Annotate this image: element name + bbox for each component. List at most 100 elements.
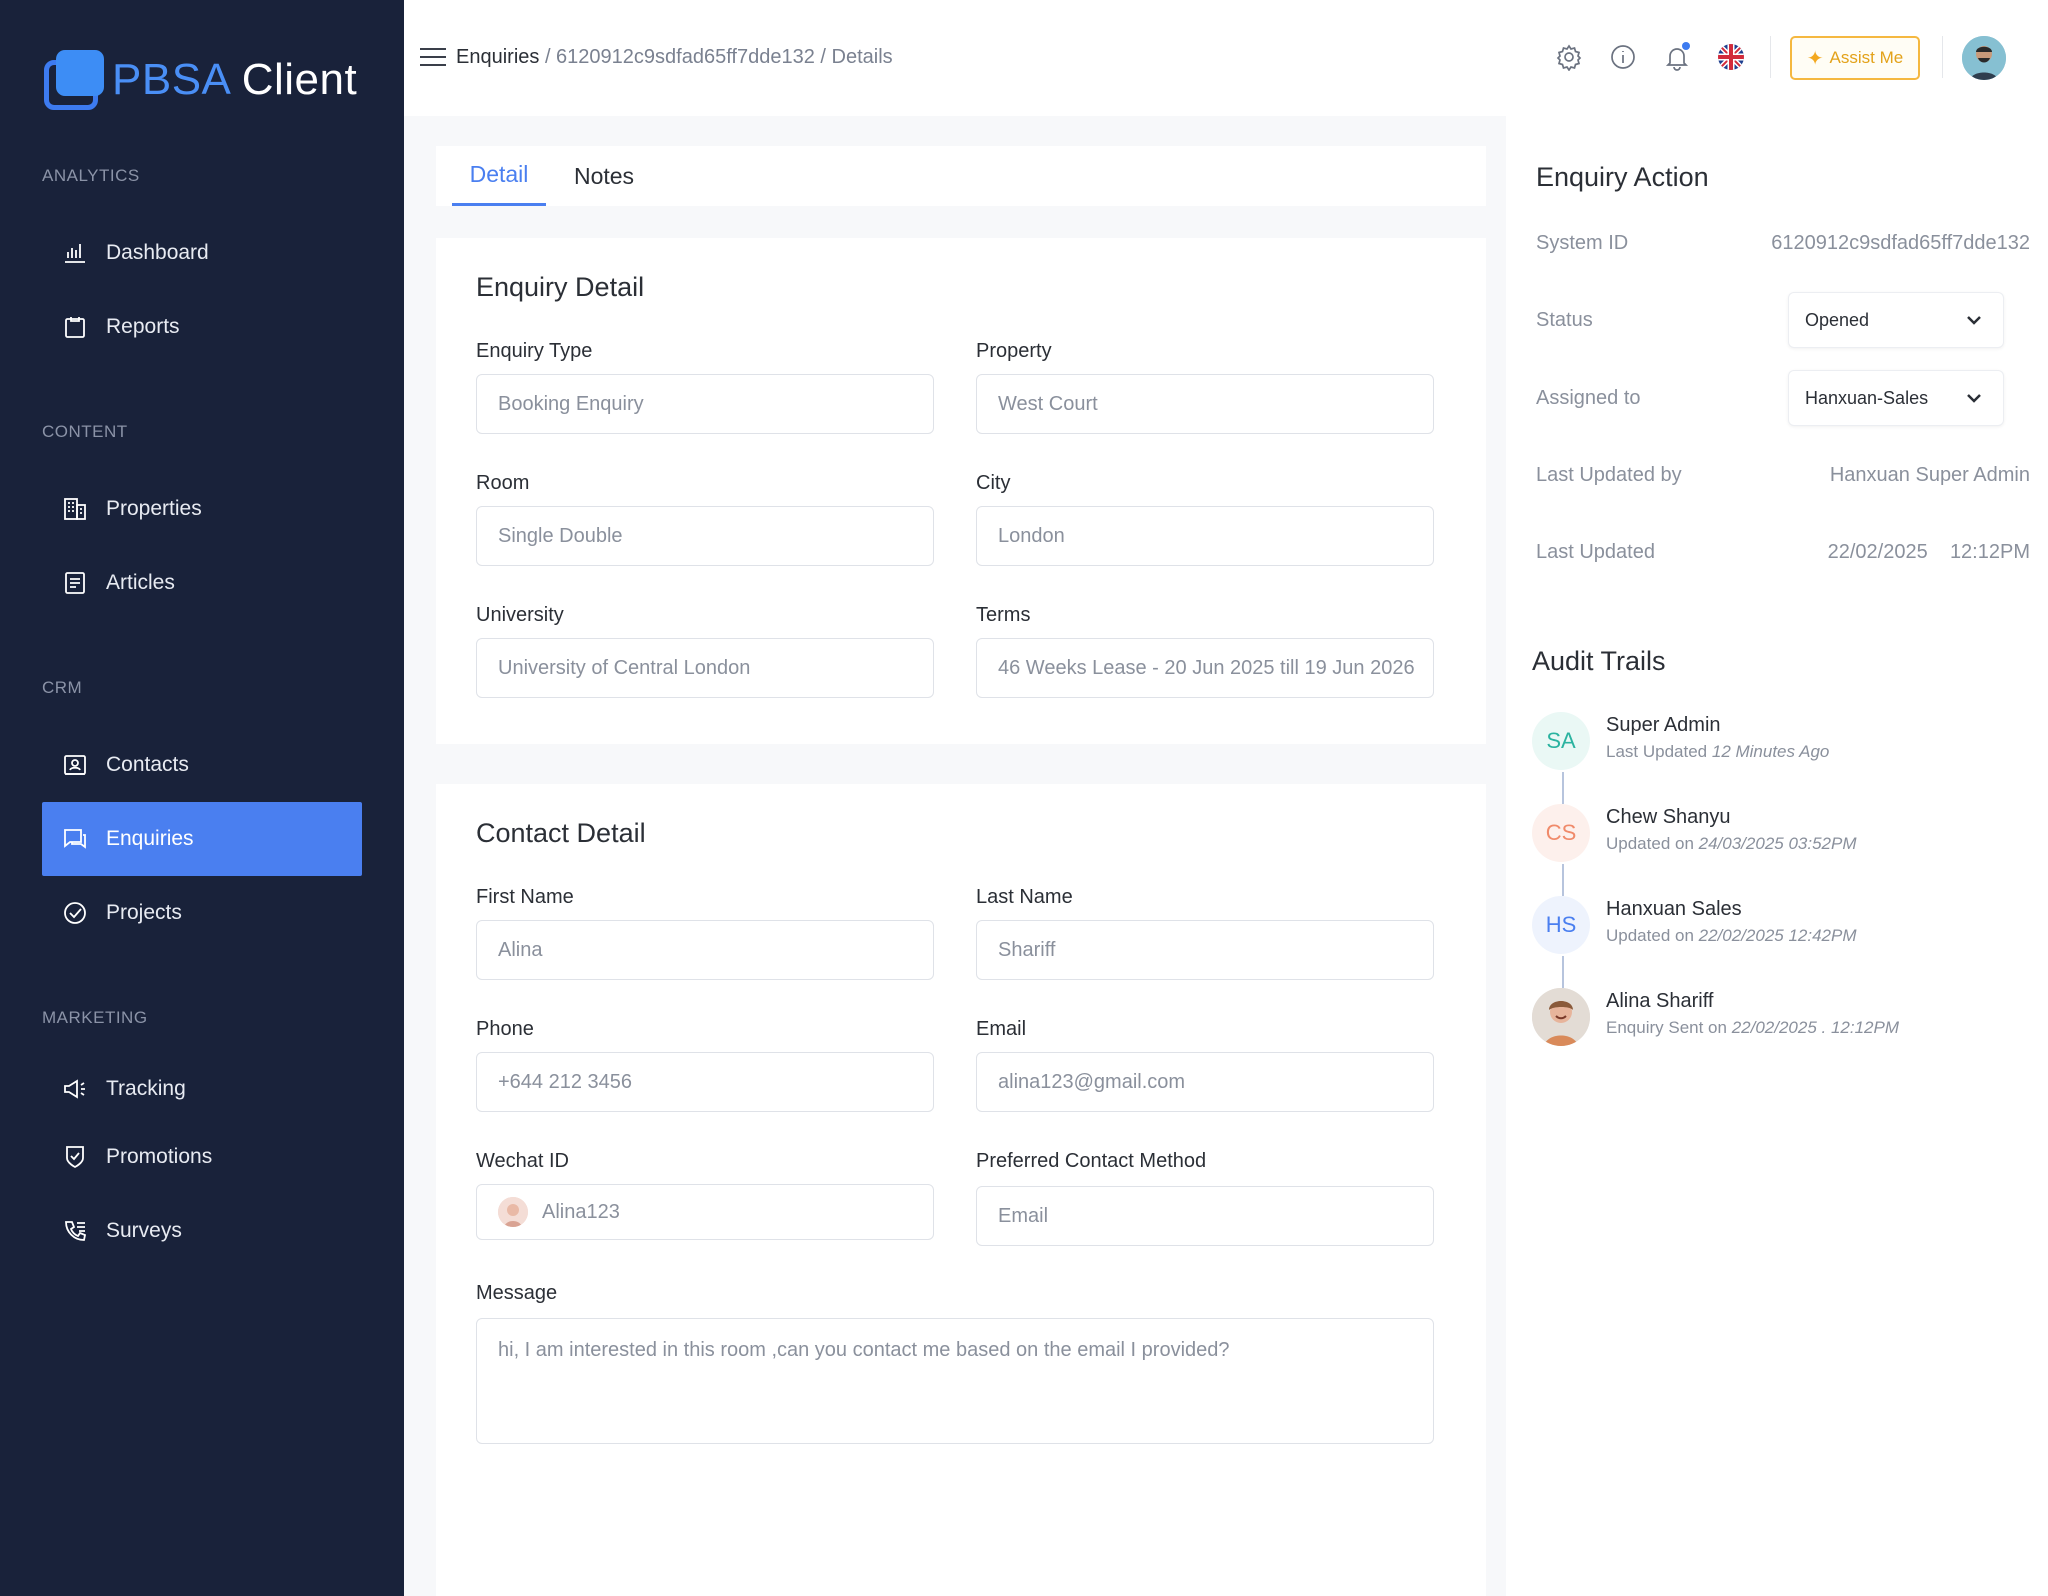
field-label: Preferred Contact Method: [976, 1150, 1207, 1172]
status-select[interactable]: Opened: [1788, 292, 2004, 348]
field-label: First Name: [476, 886, 574, 908]
sidebar-item-label: Surveys: [106, 1219, 182, 1242]
audit-trail-item: HS Hanxuan Sales Updated on 22/02/2025 1…: [1532, 896, 2032, 960]
trail-name: Alina Shariff: [1606, 990, 1714, 1012]
sidebar-item-surveys[interactable]: Surveys: [42, 1194, 362, 1268]
menu-toggle-icon[interactable]: [420, 48, 446, 68]
assigned-to-select[interactable]: Hanxuan-Sales: [1788, 370, 2004, 426]
sidebar-item-properties[interactable]: Properties: [42, 472, 362, 546]
trail-name: Chew Shanyu: [1606, 806, 1731, 828]
notification-dot: [1682, 42, 1690, 50]
enquiry-action-title: Enquiry Action: [1536, 162, 1709, 192]
field-label: Enquiry Type: [476, 340, 593, 362]
status-label: Status: [1536, 309, 1593, 331]
chevron-down-icon: [1965, 311, 1983, 329]
trail-subtext: Updated on 24/03/2025 03:52PM: [1606, 834, 1857, 854]
header-divider: [1942, 36, 1943, 78]
trail-prefix: Updated on: [1606, 834, 1699, 853]
user-avatar[interactable]: [1962, 36, 2006, 80]
user-photo-avatar: [1532, 988, 1590, 1046]
assigned-to-select-value: Hanxuan-Sales: [1805, 387, 1929, 408]
sidebar-item-promotions[interactable]: Promotions: [42, 1120, 362, 1194]
sidebar-item-reports[interactable]: Reports: [42, 290, 362, 364]
wechat-id-field[interactable]: Alina123: [476, 1184, 934, 1240]
logo-mark-icon: [42, 48, 104, 112]
breadcrumb: Enquiries / 6120912c9sdfad65ff7dde132 / …: [456, 46, 893, 69]
last-updated-time: 12:12PM: [1949, 541, 2030, 563]
sidebar-item-enquiries[interactable]: Enquiries: [42, 802, 362, 876]
sidebar-item-label: Articles: [106, 571, 175, 594]
check-circle-icon: [62, 900, 88, 926]
breadcrumb-enquiries-link[interactable]: Enquiries: [456, 46, 539, 68]
brand-part-2: Client: [241, 55, 358, 104]
uk-flag-icon[interactable]: [1716, 42, 1746, 72]
field-label: Property: [976, 340, 1052, 362]
sparkle-icon: ✦: [1806, 47, 1824, 70]
sidebar-item-label: Contacts: [106, 753, 189, 776]
field-label: Last Name: [976, 886, 1073, 908]
chat-icon: [62, 826, 88, 852]
timeline-connector: [1562, 772, 1564, 804]
trail-prefix: Last Updated: [1606, 742, 1712, 761]
notification-bell-icon[interactable]: [1662, 42, 1692, 72]
tab-bar: Detail Notes: [436, 146, 1486, 206]
timeline-connector: [1562, 956, 1564, 988]
audit-trail-item: SA Super Admin Last Updated 12 Minutes A…: [1532, 712, 2032, 776]
sidebar-item-label: Enquiries: [106, 827, 194, 850]
trail-detail: 22/02/2025 12:42PM: [1698, 926, 1857, 945]
sidebar-item-label: Tracking: [106, 1077, 186, 1100]
document-icon: [62, 570, 88, 596]
email-field[interactable]: alina123@gmail.com: [976, 1052, 1434, 1112]
assigned-to-label: Assigned to: [1536, 387, 1641, 409]
sidebar-item-tracking[interactable]: Tracking: [42, 1052, 362, 1126]
phone-field[interactable]: +644 212 3456: [476, 1052, 934, 1112]
phone-list-icon: [62, 1218, 88, 1244]
initials-avatar: HS: [1532, 896, 1590, 954]
system-id-label: System ID: [1536, 232, 1629, 254]
preferred-contact-method-field[interactable]: Email: [976, 1186, 1434, 1246]
field-label: Room: [476, 472, 530, 494]
terms-field[interactable]: 46 Weeks Lease - 20 Jun 2025 till 19 Jun…: [976, 638, 1434, 698]
system-id-value: 6120912c9sdfad65ff7dde132: [1771, 232, 2030, 254]
city-field[interactable]: London: [976, 506, 1434, 566]
section-label-crm: CRM: [42, 678, 83, 697]
sidebar-item-projects[interactable]: Projects: [42, 876, 362, 950]
trail-subtext: Updated on 22/02/2025 12:42PM: [1606, 926, 1857, 946]
property-field[interactable]: West Court: [976, 374, 1434, 434]
section-label-analytics: ANALYTICS: [42, 166, 140, 185]
card-title: Enquiry Detail: [476, 272, 645, 302]
trail-detail: 24/03/2025 03:52PM: [1698, 834, 1857, 853]
settings-gear-icon[interactable]: [1554, 42, 1584, 72]
chevron-down-icon: [1965, 389, 1983, 407]
breadcrumb-rest: / 6120912c9sdfad65ff7dde132 / Details: [539, 46, 893, 68]
info-icon[interactable]: [1608, 42, 1638, 72]
last-updated-by-value: Hanxuan Super Admin: [1829, 464, 2030, 486]
field-label: Phone: [476, 1018, 534, 1040]
sidebar-item-label: Promotions: [106, 1145, 213, 1168]
bar-chart-icon: [62, 240, 88, 266]
message-textarea[interactable]: hi, I am interested in this room ,can yo…: [476, 1318, 1434, 1444]
brand-logo[interactable]: PBSA Client: [42, 48, 357, 112]
top-header: Enquiries / 6120912c9sdfad65ff7dde132 / …: [404, 0, 2048, 116]
sidebar-item-label: Properties: [106, 497, 202, 520]
trail-detail: 12 Minutes Ago: [1711, 742, 1830, 761]
initials-avatar: SA: [1532, 712, 1590, 770]
last-updated-by-label: Last Updated by: [1536, 464, 1682, 486]
enquiry-type-field[interactable]: Booking Enquiry: [476, 374, 934, 434]
sidebar-item-dashboard[interactable]: Dashboard: [42, 216, 362, 290]
field-label: Terms: [976, 604, 1031, 626]
enquiry-action-panel: Enquiry Action System ID 6120912c9sdfad6…: [1506, 116, 2048, 1596]
tab-notes[interactable]: Notes: [566, 146, 642, 206]
field-label: Message: [476, 1282, 558, 1304]
room-field[interactable]: Single Double: [476, 506, 934, 566]
first-name-field[interactable]: Alina: [476, 920, 934, 980]
section-label-marketing: MARKETING: [42, 1008, 148, 1027]
trail-subtext: Last Updated 12 Minutes Ago: [1606, 742, 1829, 762]
university-field[interactable]: University of Central London: [476, 638, 934, 698]
last-name-field[interactable]: Shariff: [976, 920, 1434, 980]
assist-me-button[interactable]: ✦ Assist Me: [1790, 36, 1920, 80]
sidebar-item-contacts[interactable]: Contacts: [42, 728, 362, 802]
sidebar-item-articles[interactable]: Articles: [42, 546, 362, 620]
sidebar-item-label: Dashboard: [106, 241, 209, 264]
tab-detail[interactable]: Detail: [452, 146, 546, 206]
